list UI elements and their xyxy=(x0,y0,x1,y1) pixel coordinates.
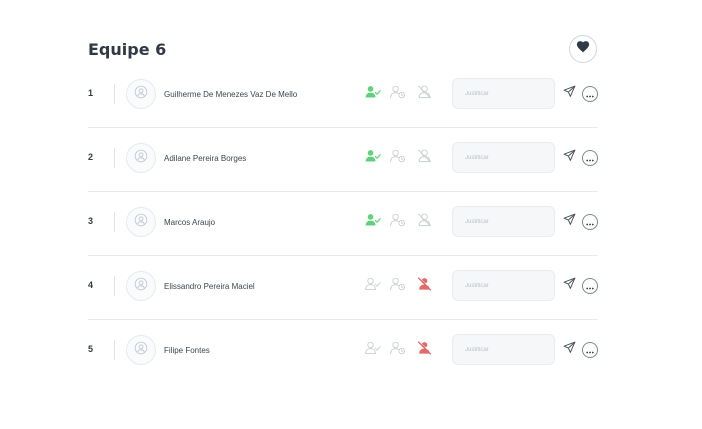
mark-late-button[interactable] xyxy=(389,213,407,231)
user-clock-icon xyxy=(390,213,406,232)
justify-input[interactable] xyxy=(452,334,555,365)
avatar xyxy=(126,79,156,109)
member-name: Adilane Pereira Borges xyxy=(164,154,247,163)
send-button[interactable] xyxy=(561,277,577,295)
user-circle-icon xyxy=(134,149,148,168)
member-name: Elissandro Pereira Maciel xyxy=(164,282,255,291)
user-circle-icon xyxy=(134,277,148,296)
divider xyxy=(114,148,115,168)
avatar xyxy=(126,207,156,237)
mark-absent-button[interactable] xyxy=(415,276,433,296)
more-options-button[interactable] xyxy=(582,342,598,358)
more-horizontal-icon xyxy=(586,149,594,167)
member-name: Marcos Araujo xyxy=(164,218,216,227)
mark-absent-button[interactable] xyxy=(415,213,433,231)
mark-present-button[interactable] xyxy=(364,341,382,359)
more-options-button[interactable] xyxy=(582,150,598,166)
divider xyxy=(114,84,115,104)
user-clock-icon xyxy=(390,85,406,104)
send-icon xyxy=(563,149,576,167)
mark-late-button[interactable] xyxy=(389,277,407,295)
member-row: 2 Adilane Pereira Borges xyxy=(88,128,598,192)
send-button[interactable] xyxy=(561,85,577,103)
more-horizontal-icon xyxy=(586,85,594,103)
user-check-icon xyxy=(365,85,381,104)
user-off-icon xyxy=(417,276,432,296)
send-icon xyxy=(563,277,576,295)
team-title: Equipe 6 xyxy=(88,40,167,59)
mark-late-button[interactable] xyxy=(389,149,407,167)
user-check-icon xyxy=(365,341,381,360)
heart-icon xyxy=(576,40,590,58)
user-circle-icon xyxy=(134,85,148,104)
user-circle-icon xyxy=(134,213,148,232)
divider xyxy=(114,276,115,296)
member-number: 5 xyxy=(88,344,94,354)
justify-input[interactable] xyxy=(452,270,555,301)
user-check-icon xyxy=(365,213,381,232)
mark-present-button[interactable] xyxy=(364,85,382,103)
member-name: Guilherme De Menezes Vaz De Mello xyxy=(164,90,298,99)
avatar xyxy=(126,271,156,301)
mark-present-button[interactable] xyxy=(364,213,382,231)
justify-input[interactable] xyxy=(452,78,555,109)
justify-input[interactable] xyxy=(452,142,555,173)
member-number: 4 xyxy=(88,280,94,290)
justify-input[interactable] xyxy=(452,206,555,237)
more-options-button[interactable] xyxy=(582,278,598,294)
divider xyxy=(114,340,115,360)
mark-present-button[interactable] xyxy=(364,277,382,295)
send-icon xyxy=(563,341,576,359)
member-row: 5 Filipe Fontes xyxy=(88,320,598,383)
more-options-button[interactable] xyxy=(582,214,598,230)
send-button[interactable] xyxy=(561,341,577,359)
user-clock-icon xyxy=(390,341,406,360)
send-icon xyxy=(563,85,576,103)
user-off-icon xyxy=(417,149,432,168)
member-row: 1 Guilherme De Menezes Vaz De Mello xyxy=(88,64,598,128)
member-row: 4 Elissandro Pereira Maciel xyxy=(88,256,598,320)
user-off-icon xyxy=(417,213,432,232)
mark-absent-button[interactable] xyxy=(415,85,433,103)
mark-late-button[interactable] xyxy=(389,85,407,103)
more-horizontal-icon xyxy=(586,341,594,359)
user-clock-icon xyxy=(390,149,406,168)
member-list: 1 Guilherme De Menezes Vaz De Mello Just… xyxy=(88,64,598,383)
member-number: 1 xyxy=(88,88,94,98)
mark-absent-button[interactable] xyxy=(415,340,433,360)
send-icon xyxy=(563,213,576,231)
send-button[interactable] xyxy=(561,149,577,167)
member-name: Filipe Fontes xyxy=(164,346,210,355)
member-row: 3 Marcos Araujo xyxy=(88,192,598,256)
user-check-icon xyxy=(365,277,381,296)
member-number: 3 xyxy=(88,216,94,226)
mark-present-button[interactable] xyxy=(364,149,382,167)
user-off-icon xyxy=(417,340,432,360)
member-number: 2 xyxy=(88,152,94,162)
divider xyxy=(114,212,115,232)
send-button[interactable] xyxy=(561,213,577,231)
more-options-button[interactable] xyxy=(582,86,598,102)
avatar xyxy=(126,143,156,173)
user-clock-icon xyxy=(390,277,406,296)
user-off-icon xyxy=(417,85,432,104)
avatar xyxy=(126,335,156,365)
mark-absent-button[interactable] xyxy=(415,149,433,167)
mark-late-button[interactable] xyxy=(389,341,407,359)
more-horizontal-icon xyxy=(586,277,594,295)
user-check-icon xyxy=(365,149,381,168)
more-horizontal-icon xyxy=(586,213,594,231)
favorite-button[interactable] xyxy=(569,35,597,63)
user-circle-icon xyxy=(134,341,148,360)
